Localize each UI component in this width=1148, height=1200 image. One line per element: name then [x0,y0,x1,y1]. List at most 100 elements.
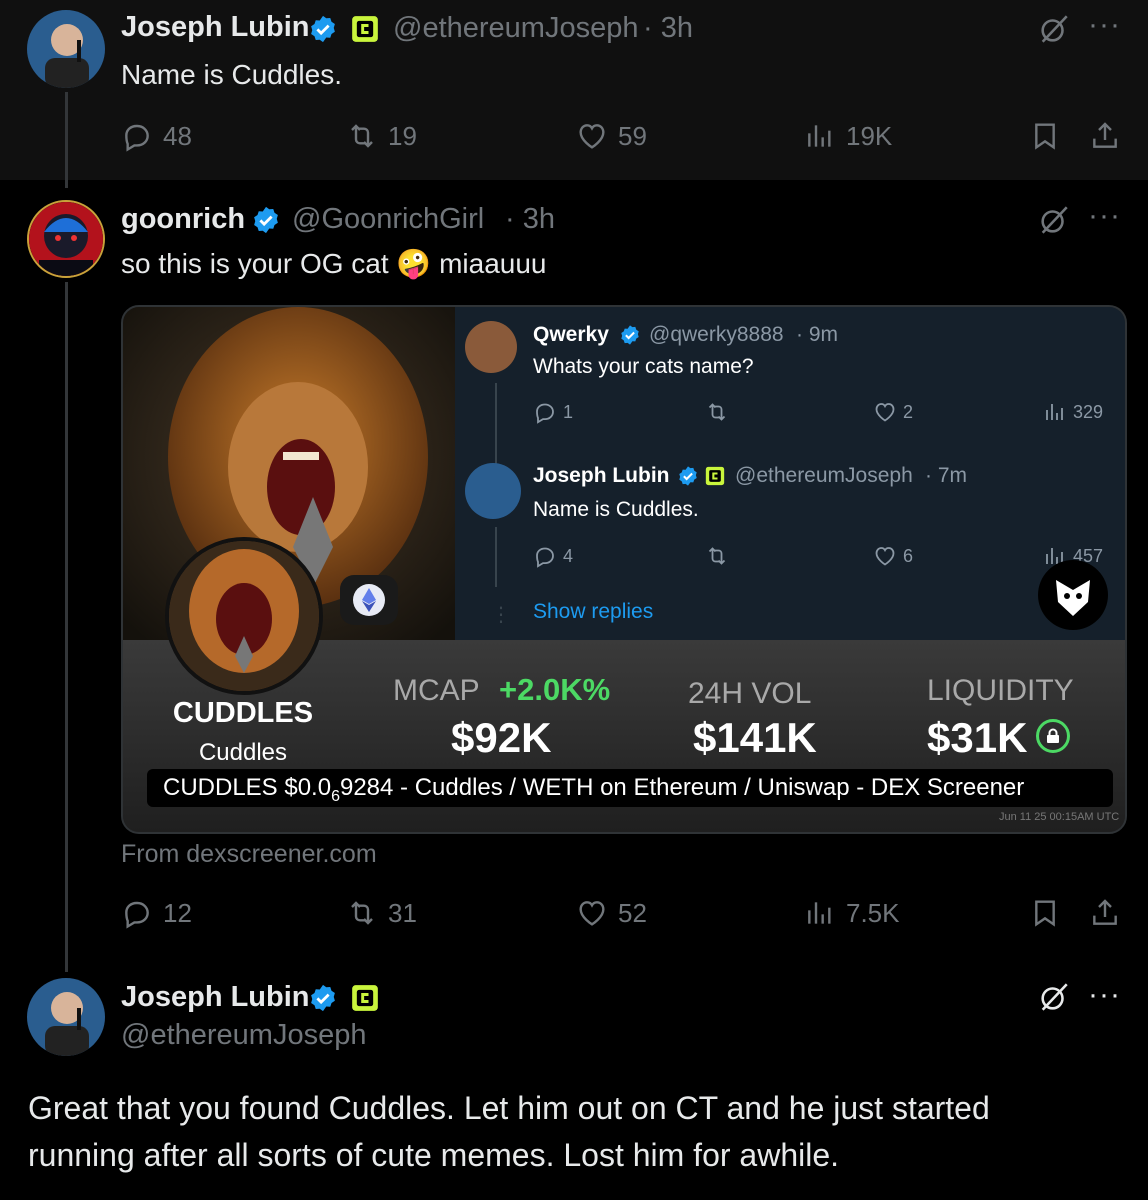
tweet-text-line: running after all sorts of cute memes. L… [28,1137,840,1173]
share-button[interactable] [1089,120,1121,152]
retweet-count: 19 [388,120,417,151]
views-count: 19K [846,120,893,151]
liquidity-label: LIQUIDITY [927,674,1074,707]
thread-line [65,282,68,972]
author-handle[interactable]: @ethereumJoseph [121,1019,366,1052]
share-icon [1089,897,1121,929]
mcap-change: +2.0K% [499,672,611,707]
views-button[interactable]: 7.5K [804,897,900,929]
tweet-text-part: miaauuu [439,248,547,279]
verified-badge-icon [619,324,641,346]
affiliate-badge-icon [705,466,725,486]
embed-author-handle: @ethereumJoseph [735,464,913,487]
author-handle[interactable]: @ethereumJoseph [393,12,638,45]
mcap-label: MCAP [393,674,480,707]
affiliate-badge-icon [351,984,379,1012]
views-button[interactable]: 19K [804,120,892,152]
avatar[interactable] [27,200,105,278]
embed-views-count: 329 [1073,401,1104,422]
reply-button[interactable]: 48 [121,120,192,152]
author-name[interactable]: goonrich [121,203,245,236]
tweet-time[interactable]: · 3h [643,12,693,45]
reply-icon [533,544,557,568]
caption-subscript: 6 [331,787,340,805]
avatar[interactable] [27,10,105,88]
share-button[interactable] [1089,897,1121,929]
tweet-text: Name is Cuddles. [121,59,342,90]
views-icon [804,120,836,152]
show-replies-link: Show replies [533,600,654,623]
link-title-caption: CUDDLES $0.069284 - Cuddles / WETH on Et… [147,769,1113,807]
grok-icon[interactable] [1037,12,1071,46]
embed-retweet [705,544,729,568]
reply-icon [121,120,153,152]
link-source[interactable]: From dexscreener.com [121,840,377,869]
views-icon [804,897,836,929]
grok-icon[interactable] [1037,203,1071,237]
verified-badge-icon [308,14,338,44]
embed-author-handle: @qwerky8888 [649,323,784,346]
like-count: 59 [618,120,647,151]
embed-reply-count: 1 [563,401,574,422]
retweet-icon [346,897,378,929]
reply-icon [533,400,557,424]
embed-avatar [465,463,521,519]
tweet-text: so this is your OG cat 🤪 miaauuu [121,247,546,280]
tweet-text-line: Great that you found Cuddles. Let him ou… [28,1090,990,1126]
thread-line [65,92,68,188]
embed-avatar [465,321,517,373]
views-count: 7.5K [846,897,900,928]
like-button[interactable]: 59 [576,120,647,152]
embed-reply: 1 [533,400,573,424]
embed-views: 329 [1043,400,1103,424]
card-timestamp: Jun 11 25 00:15AM UTC [999,811,1120,823]
embed-time: · 9m [796,323,838,346]
caption-text: 9284 - Cuddles / WETH on Ethereum / Unis… [339,774,1025,801]
embedded-thread-screenshot: Qwerky @qwerky8888 · 9m Whats your cats … [455,307,1125,640]
retweet-icon [705,544,729,568]
embed-text: Whats your cats name? [533,355,754,378]
mcap-value: $92K [451,714,552,761]
embed-like: 2 [873,400,913,424]
author-name[interactable]: Joseph Lubin [121,981,310,1014]
retweet-icon [705,400,729,424]
liquidity-value: $31K [927,714,1028,761]
avatar[interactable] [27,978,105,1056]
reply-count: 48 [163,120,192,151]
bookmark-button[interactable] [1029,120,1061,152]
like-icon [873,544,897,568]
dexscreener-logo-icon [1038,560,1108,630]
like-icon [576,120,608,152]
like-count: 52 [618,897,647,928]
author-name[interactable]: Joseph Lubin [121,11,310,44]
reply-icon [121,897,153,929]
embed-retweet [705,400,729,424]
ethereum-icon [353,584,385,616]
tweet-time[interactable]: · 3h [505,203,555,236]
embed-like-count: 2 [903,401,914,422]
embed-author-name: Qwerky [533,323,609,346]
media-card[interactable]: Qwerky @qwerky8888 · 9m Whats your cats … [121,305,1127,834]
more-options-button[interactable]: ··· [1088,199,1121,233]
token-name: Cuddles [198,739,288,766]
like-button[interactable]: 52 [576,897,647,929]
retweet-button[interactable]: 19 [346,120,417,152]
more-options-button[interactable]: ··· [1088,8,1121,42]
retweet-button[interactable]: 31 [346,897,417,929]
reply-count: 12 [163,897,192,928]
bookmark-icon [1029,120,1061,152]
author-handle[interactable]: @GoonrichGirl [292,203,484,236]
grok-icon[interactable] [1037,980,1071,1014]
like-icon [873,400,897,424]
verified-badge-icon [251,205,281,235]
retweet-icon [346,120,378,152]
tweet-text-part: so this is your OG cat [121,248,389,279]
lock-icon [1036,719,1070,753]
embed-author-name: Joseph Lubin [533,464,670,487]
embed-reply: 4 [533,544,573,568]
reply-button[interactable]: 12 [121,897,192,929]
bookmark-button[interactable] [1029,897,1061,929]
more-options-button[interactable]: ··· [1088,978,1121,1012]
embed-time: · 7m [925,464,967,487]
ellipsis-dots: ⋮ [491,604,511,626]
